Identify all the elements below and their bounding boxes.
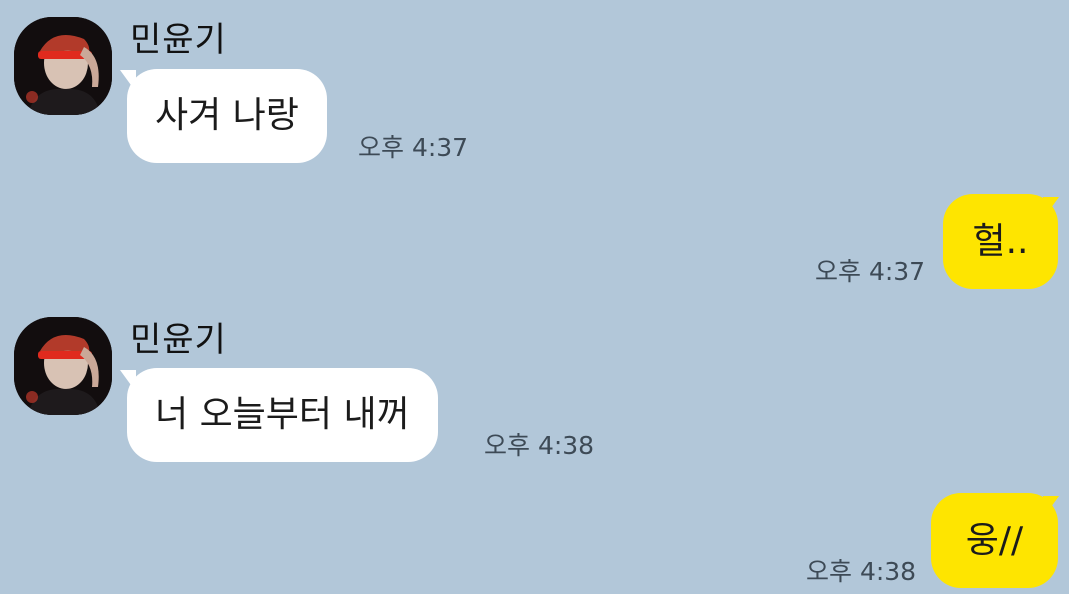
received-message-bubble[interactable]: 사겨 나랑 [127,69,327,163]
sent-message-bubble[interactable]: 웅// [931,493,1058,588]
received-message-bubble[interactable]: 너 오늘부터 내꺼 [127,368,438,462]
message-text: 웅// [965,519,1024,561]
sender-name: 민윤기 [130,320,227,360]
profile-photo-icon [14,17,112,115]
message-text: 헐.. [972,220,1029,262]
message-text: 사겨 나랑 [155,95,299,136]
sent-message-bubble[interactable]: 헐.. [943,194,1058,289]
sender-name: 민윤기 [130,20,227,60]
sender-avatar[interactable] [14,17,112,115]
profile-photo-icon [14,317,112,415]
message-time: 오후 4:38 [484,431,595,460]
message-time: 오후 4:37 [815,257,926,286]
sender-avatar[interactable] [14,317,112,415]
message-text: 너 오늘부터 내꺼 [155,394,410,435]
message-time: 오후 4:37 [358,133,469,162]
chat-area[interactable]: 민윤기 사겨 나랑 오후 4:37 헐.. 오후 4:37 민윤기 너 오늘부터… [0,0,1069,594]
message-time: 오후 4:38 [806,557,917,586]
